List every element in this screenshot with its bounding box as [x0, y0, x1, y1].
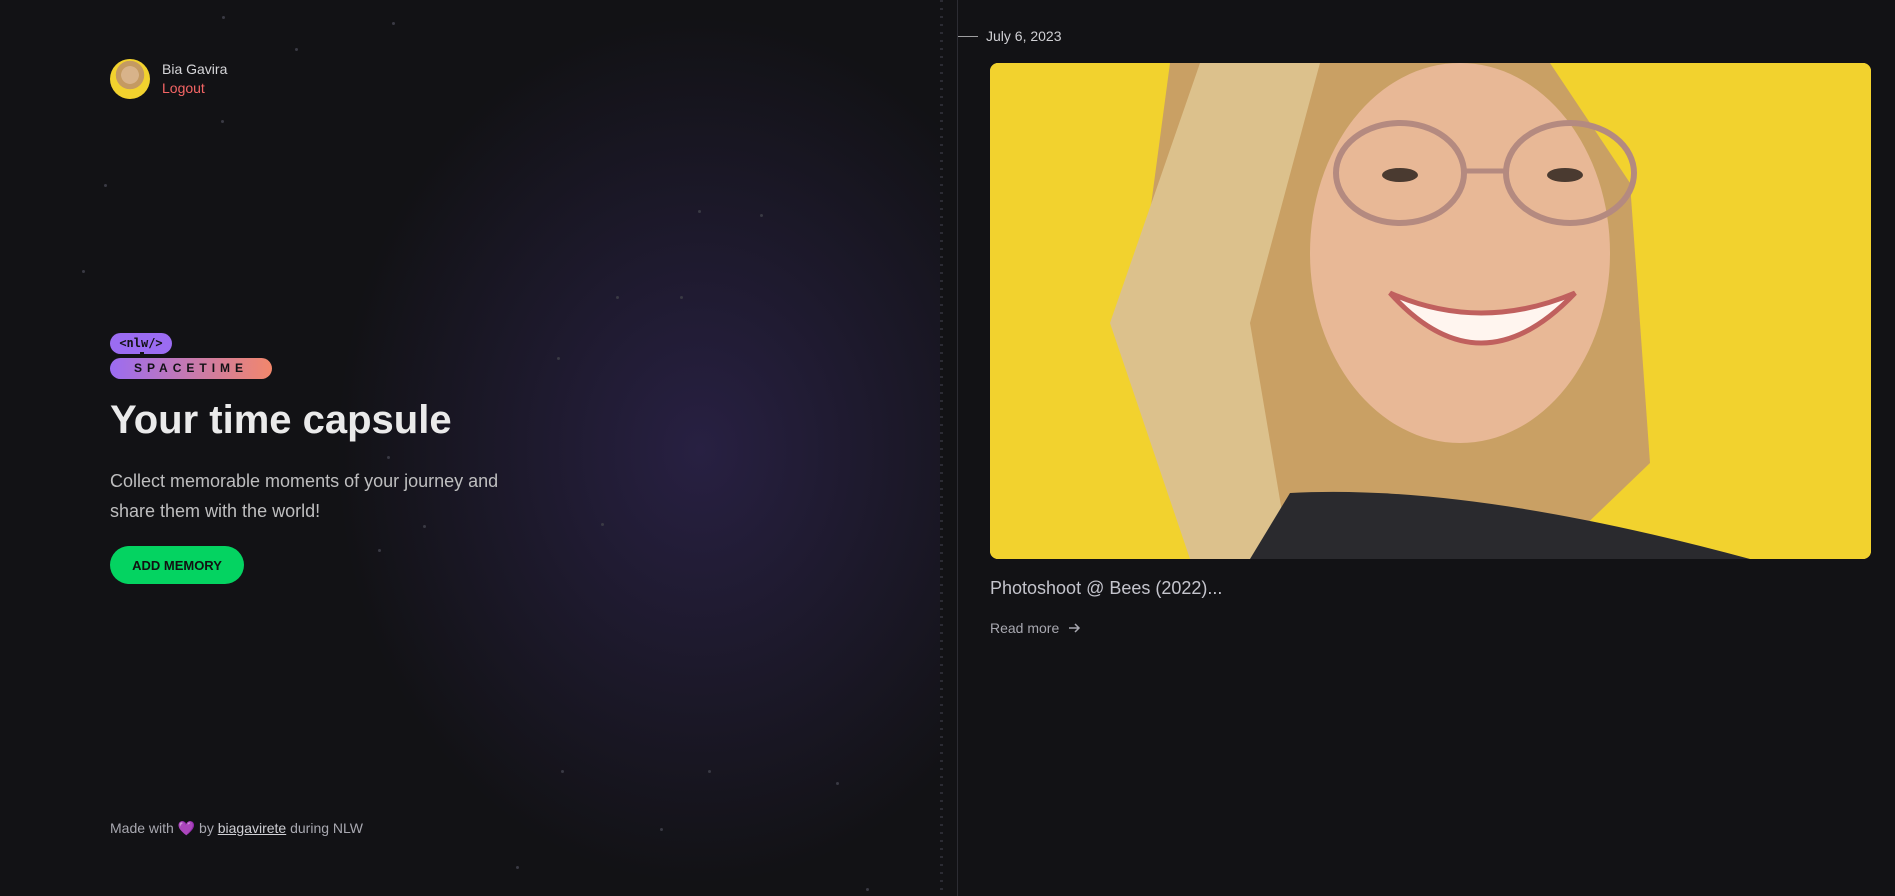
memory-image — [990, 63, 1871, 559]
nlw-spacetime-logo: <nlw/> SPACETIME — [110, 333, 272, 381]
memory-excerpt: Photoshoot @ Bees (2022)... — [990, 578, 1223, 598]
divider-stripes — [940, 0, 958, 896]
page-title: Your time capsule — [110, 398, 452, 442]
footer-by: by — [199, 820, 214, 836]
footer-prefix: Made with — [110, 820, 174, 836]
footer: Made with 💜 by biagavirete during NLW — [110, 820, 363, 837]
add-memory-button[interactable]: ADD MEMORY — [110, 546, 244, 584]
logo-nlw-badge: <nlw/> — [110, 333, 172, 354]
footer-suffix: during NLW — [290, 820, 363, 836]
heart-icon: 💜 — [177, 820, 196, 836]
read-more-label: Read more — [990, 620, 1060, 636]
user-profile: Bia Gavira Logout — [110, 59, 227, 99]
read-more-link[interactable]: Read more — [990, 620, 1081, 636]
memory-date: July 6, 2023 — [986, 28, 1062, 44]
user-name: Bia Gavira — [162, 61, 228, 77]
hero-description: Collect memorable moments of your journe… — [110, 471, 499, 521]
star-background — [0, 0, 940, 896]
author-link[interactable]: biagavirete — [218, 820, 287, 836]
left-panel: Bia Gavira Logout <nlw/> SPACETIME Your … — [0, 0, 940, 896]
avatar — [110, 59, 150, 99]
logo-spacetime-badge: SPACETIME — [110, 358, 272, 379]
logout-link[interactable]: Logout — [162, 79, 227, 98]
arrow-right-icon — [1069, 623, 1081, 633]
date-line — [958, 36, 978, 37]
memories-timeline: July 6, 2023 Photoshoot @ Bees (2022)...… — [958, 0, 1895, 896]
user-info: Bia Gavira Logout — [162, 60, 227, 98]
